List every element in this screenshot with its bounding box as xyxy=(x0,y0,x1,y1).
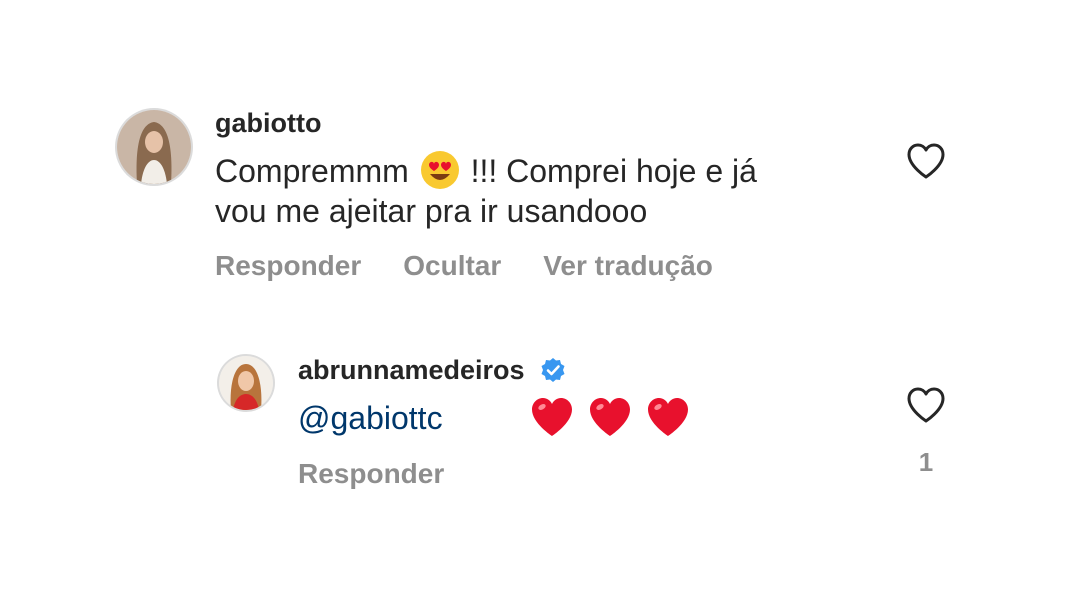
verified-badge-icon xyxy=(541,358,565,382)
reply-actions: Responder xyxy=(298,458,444,490)
comment-username[interactable]: gabiotto xyxy=(215,108,321,139)
reply-like-heart-icon[interactable] xyxy=(906,386,946,424)
comment-text-part2: !!! Comprei hoje e já xyxy=(470,153,757,189)
avatar-image xyxy=(219,356,273,410)
comment-text-line2: vou me ajeitar pra ir usandooo xyxy=(215,193,648,229)
comment-text: Compremmm !!! Comprei hoje e já vou me a… xyxy=(215,150,855,231)
red-heart-emoji-icon xyxy=(590,398,630,436)
reply-button[interactable]: Responder xyxy=(215,250,361,282)
reply-like-count: 1 xyxy=(918,447,934,477)
red-heart-emoji-icon xyxy=(648,398,688,436)
avatar-image xyxy=(117,110,191,184)
like-heart-icon[interactable] xyxy=(906,142,946,180)
comment-actions: Responder Ocultar Ver tradução xyxy=(215,250,713,282)
mention-link[interactable]: @gabiottc xyxy=(298,400,443,437)
hide-button[interactable]: Ocultar xyxy=(403,250,501,282)
comments-screen: gabiotto Compremmm !!! Comprei hoje e já… xyxy=(0,0,1080,600)
red-heart-emoji-icon xyxy=(532,398,572,436)
translate-button[interactable]: Ver tradução xyxy=(543,250,713,282)
avatar-abrunnamedeiros[interactable] xyxy=(219,356,273,410)
avatar-gabiotto[interactable] xyxy=(117,110,191,184)
reply-respond-button[interactable]: Responder xyxy=(298,458,444,490)
heart-eyes-emoji-icon xyxy=(420,151,459,189)
reply-username[interactable]: abrunnamedeiros xyxy=(298,355,525,385)
comment-text-part1: Compremmm xyxy=(215,153,409,189)
reply-username-row: abrunnamedeiros xyxy=(298,355,566,386)
reply-hearts xyxy=(530,396,690,438)
